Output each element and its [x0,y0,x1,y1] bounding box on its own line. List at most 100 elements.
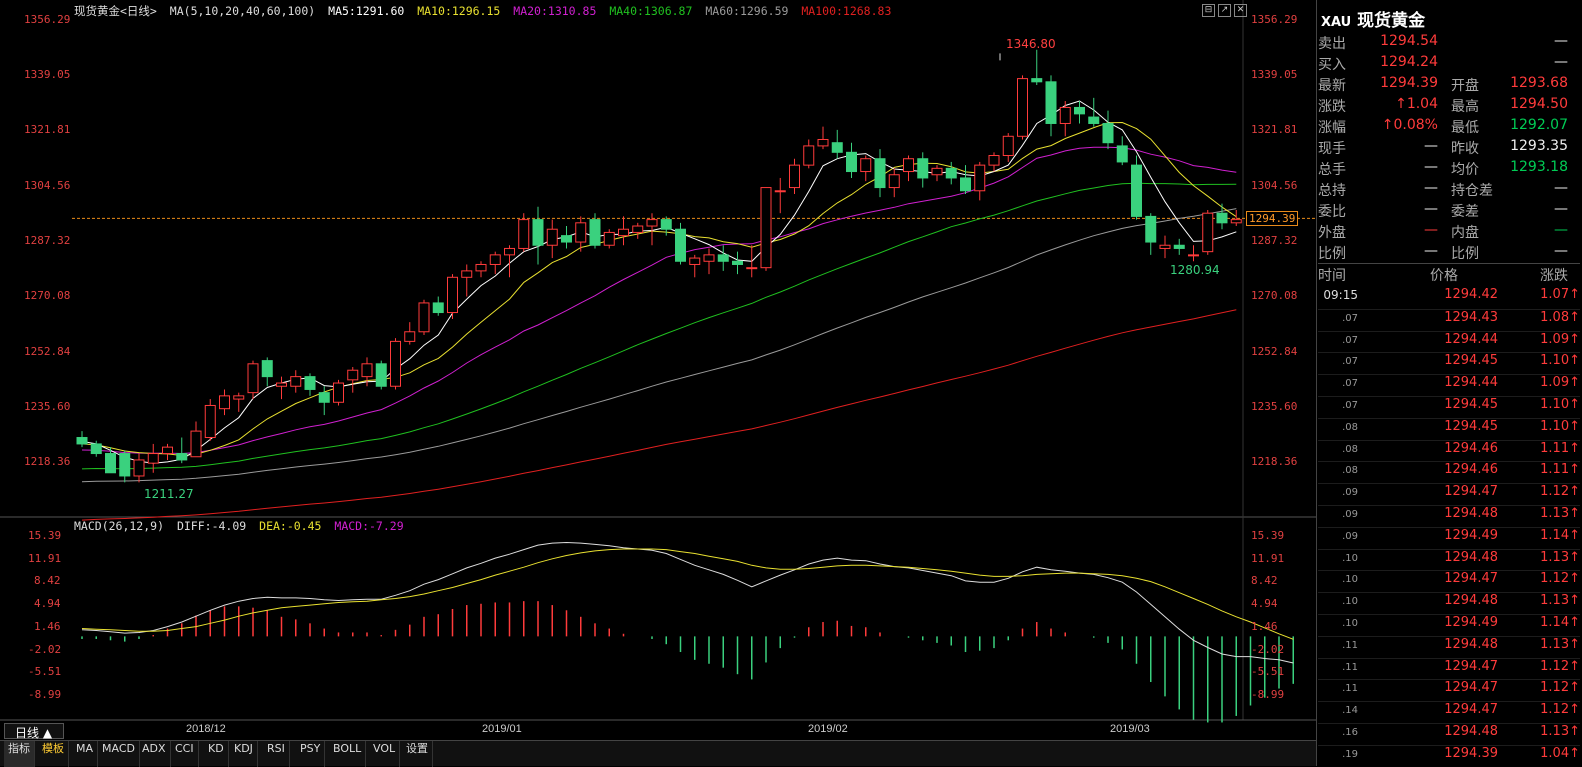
candle-up [219,395,230,410]
quote-row: 涨幅 ↑0.08% 最低 1292.07 [1318,117,1580,138]
candle-up [646,219,658,227]
quote-value: ↑1.04 [1395,96,1438,112]
macd-tick-right: 15.39 [1251,529,1285,542]
candle-down [1074,106,1085,115]
tick-row: .08 1294.46 1.11↑ [1318,461,1580,482]
tick-time: .07 [1342,400,1358,411]
tick-time: .08 [1342,443,1358,455]
tick-time: .11 [1342,639,1358,651]
tab-3[interactable]: MACD [98,741,140,767]
candle-up [860,158,872,173]
tick-change: 1.13↑ [1540,724,1580,739]
tick-price: 1294.47 [1444,484,1498,500]
tab-11[interactable]: VOL [369,741,401,767]
ma100-value: MA100:1268.83 [801,4,892,18]
quote-value: 1294.24 [1380,54,1438,70]
candle-up [1230,219,1242,224]
chart-canvas[interactable] [0,0,1316,740]
tick-row: .10 1294.49 1.14↑ [1318,614,1580,635]
tick-row: .10 1294.48 1.13↑ [1318,548,1580,570]
candle-up [147,453,159,464]
tick-price: 1294.46 [1444,440,1498,456]
quote-value-2: — [1554,222,1568,238]
tick-price: 1294.47 [1444,702,1498,718]
candle-down [1173,244,1185,249]
tick-price: 1294.49 [1444,527,1498,543]
quote-row: 涨跌 ↑1.04 最高 1294.50 [1318,96,1580,117]
tab-9[interactable]: PSY [296,741,326,767]
tab-8[interactable]: RSI [263,741,290,767]
macd-tick-left: -8.99 [28,688,62,701]
candle-down [1131,164,1142,217]
tick-price: 1294.47 [1444,680,1498,696]
tick-price: 1294.45 [1444,353,1498,369]
candle-down [589,219,601,246]
close-icon[interactable]: ✕ [1234,4,1247,17]
tab-12[interactable]: 设置 [402,741,433,767]
tick-price: 1294.48 [1444,506,1498,521]
price-chart-header: 现货黄金<日线> MA(5,10,20,40,60,100) MA5:1291.… [74,3,897,19]
candle-down [76,437,88,445]
ma40-line [81,182,1237,470]
y-tick-right: 1321.81 [1251,123,1298,137]
tick-price: 1294.48 [1444,593,1498,609]
candle-down [119,453,131,477]
tab-7[interactable]: KDJ [230,741,258,767]
tick-time: .07 [1342,356,1358,368]
tab-0[interactable]: 指标 [4,741,35,767]
candle-up [461,270,473,278]
ticks-header-time: 时间 [1318,268,1346,284]
tab-4[interactable]: ADX [138,741,171,767]
quote-value: — [1424,138,1438,154]
tick-time: .16 [1342,727,1358,738]
tab-10[interactable]: BOLL [329,741,367,767]
tick-row: .07 1294.44 1.09↑ [1318,374,1580,395]
candle-up [988,155,1000,166]
candle-up [974,164,986,192]
tab-1[interactable]: 模板 [38,741,69,767]
macd-tick-left: 11.91 [28,551,62,565]
chart-title: 现货黄金<日线> [74,4,157,18]
tab-6[interactable]: KD [204,741,229,767]
candle-up [931,167,943,176]
y-tick-right: 1218.36 [1251,455,1298,468]
period-selector[interactable]: 日线 ▲ [4,723,64,740]
candle-up [447,276,458,314]
macd-tick-left: 8.42 [34,574,61,588]
tick-row: .08 1294.46 1.11↑ [1318,439,1580,461]
tick-price: 1294.47 [1444,658,1498,674]
quote-row: 现手 — 昨收 1293.35 [1318,138,1580,159]
quote-row: 委比 — 委差 — [1318,201,1580,222]
macd-tick-left: 4.94 [34,597,61,611]
x-tick-label: 2019/01 [482,723,522,735]
restore-icon[interactable]: ⊟ [1202,4,1215,17]
x-tick-label: 2019/03 [1110,723,1150,735]
quote-value: — [1424,222,1438,238]
quote-label-2: 比例 [1451,246,1479,262]
tick-price: 1294.45 [1444,397,1498,412]
high-marker: 1346.80 [1006,37,1056,51]
quote-value: ↑0.08% [1381,117,1438,133]
tab-2[interactable]: MA [72,741,99,767]
candle-up [1017,78,1028,137]
candle-up [390,340,401,387]
macd-header: MACD(26,12,9) DIFF:-4.09 DEA:-0.45 MACD:… [74,519,410,533]
quote-label-2: 持仓差 [1451,183,1493,199]
quote-value: — [1424,201,1438,217]
low-marker-left: 1211.27 [144,487,194,501]
ma-params: MA(5,10,20,40,60,100) [169,4,316,18]
arrow-icon[interactable]: ↗ [1218,4,1231,17]
tick-price: 1294.48 [1444,724,1498,739]
macd-diff: DIFF:-4.09 [176,519,247,533]
y-tick-right: 1356.29 [1251,13,1298,26]
candle-up [746,267,758,270]
candle-down [831,142,843,153]
tick-change: 1.10↑ [1540,397,1580,412]
candle-up [760,187,772,269]
candle-down [1102,122,1114,144]
tab-5[interactable]: CCI [171,741,199,767]
tick-row: .10 1294.47 1.12↑ [1318,570,1580,591]
ticks-header-change: 涨跌 [1540,268,1568,284]
candle-up [1188,254,1199,257]
ticks-header: 时间 价格 涨跌 [1318,263,1580,284]
